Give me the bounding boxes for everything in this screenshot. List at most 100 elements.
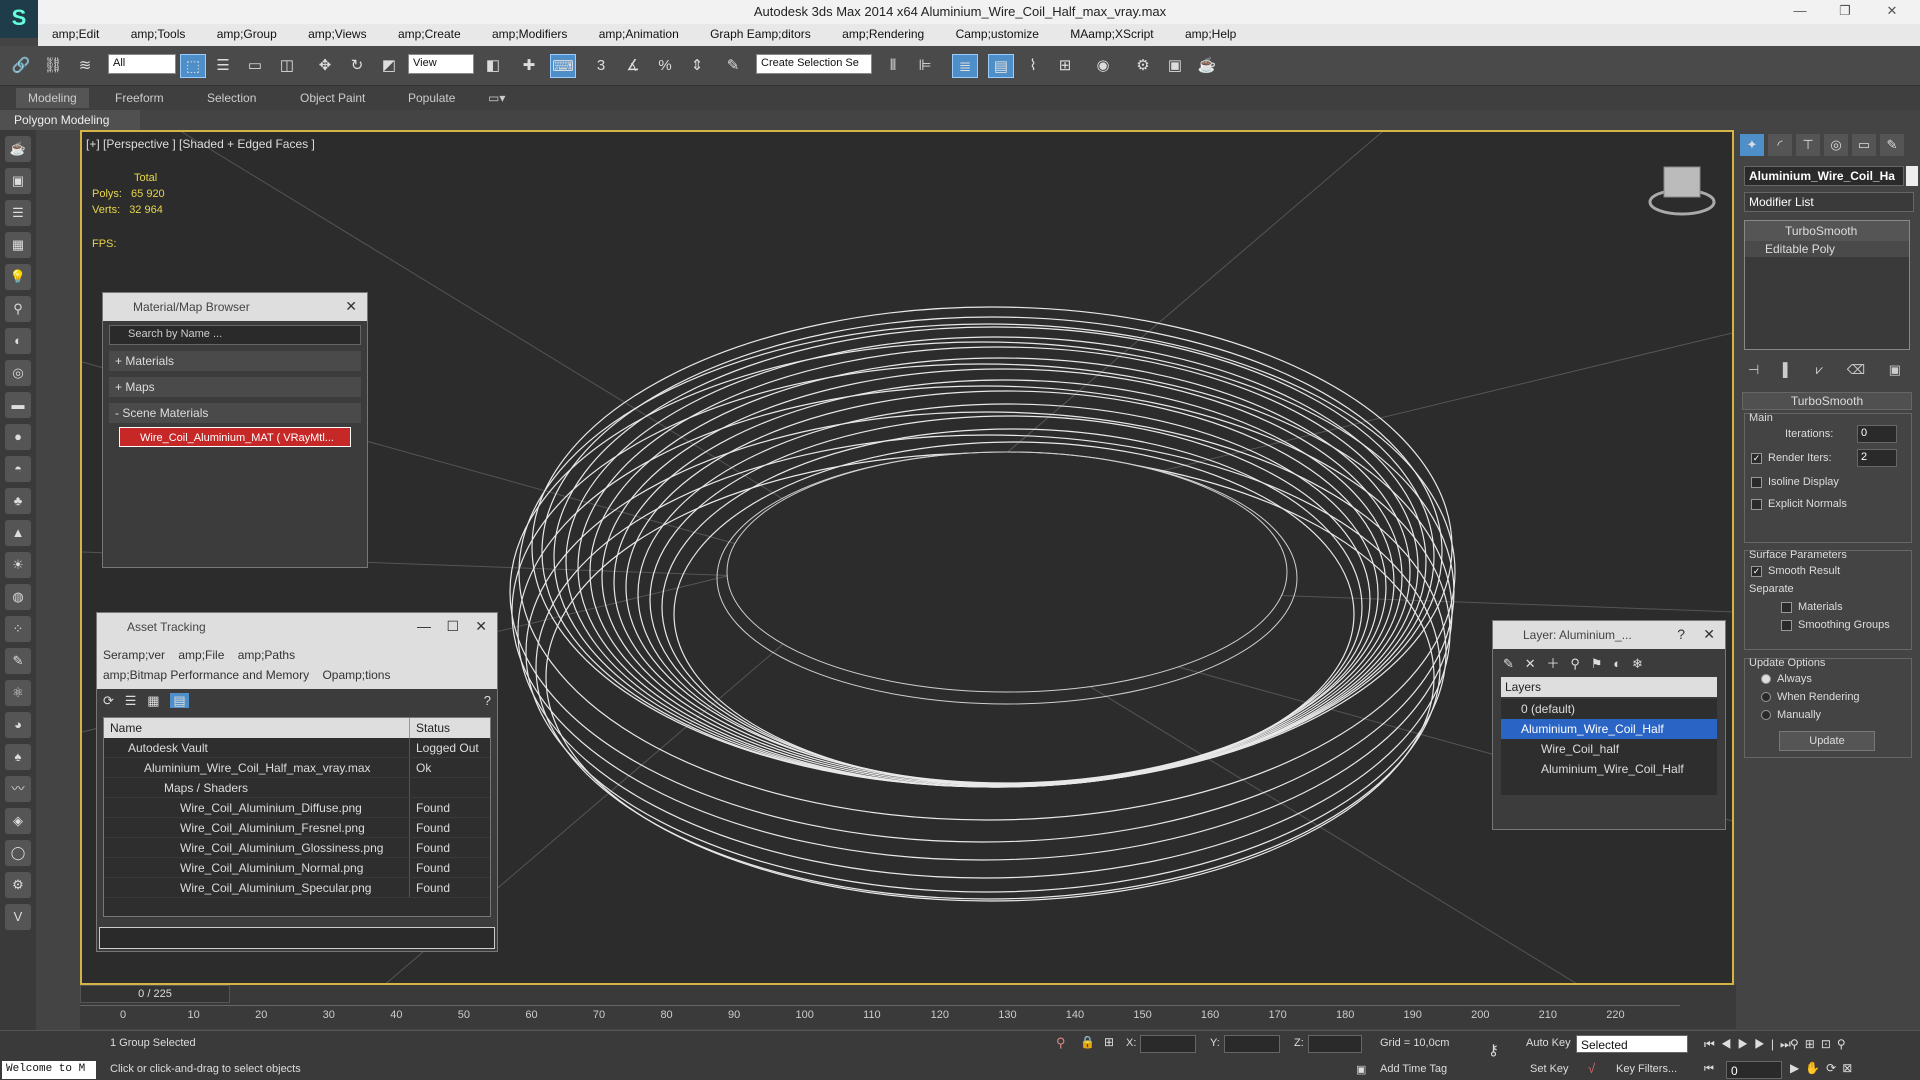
tab-selection[interactable]: Selection	[207, 91, 256, 105]
key-icon[interactable]: ⚷	[1488, 1041, 1499, 1059]
scale-icon[interactable]: ◩	[376, 54, 402, 78]
select-in-layer-icon[interactable]: ⚲	[1570, 656, 1580, 671]
paint-icon[interactable]: ✎	[5, 648, 31, 674]
link-icon[interactable]: 🔗	[8, 54, 34, 78]
polygon-modeling-label[interactable]: Polygon Modeling	[0, 110, 140, 130]
menu-rendering[interactable]: amp;Rendering	[828, 24, 938, 41]
layers-header[interactable]: Layers	[1501, 677, 1717, 697]
percent-snap-icon[interactable]: %	[652, 54, 678, 78]
named-selection-dropdown[interactable]: Create Selection Se	[756, 54, 872, 74]
light-icon[interactable]: 💡	[5, 264, 31, 290]
menu-graph-editors[interactable]: Graph Eamp;ditors	[696, 24, 825, 41]
gold-sphere-icon[interactable]: ◍	[5, 584, 31, 610]
current-frame-field[interactable]: 0	[1726, 1061, 1782, 1079]
key-mode-dropdown[interactable]: Selected	[1576, 1035, 1688, 1053]
selection-filter-dropdown[interactable]: All	[108, 54, 176, 74]
mirror-icon[interactable]: ⫴	[880, 54, 906, 78]
refresh-icon[interactable]: ⟳	[103, 693, 114, 708]
rect-region-icon[interactable]: ▭	[242, 54, 268, 78]
table-row[interactable]: Maps / Shaders	[104, 778, 490, 798]
viewport-nav-controls[interactable]: ⚲⊞⊡⚲	[1790, 1037, 1852, 1051]
curve-editor-icon[interactable]: ⌇	[1020, 54, 1046, 78]
stack-turbosmooth[interactable]: TurboSmooth	[1745, 221, 1909, 241]
delete-layer-icon[interactable]: ✕	[1525, 656, 1536, 671]
isoline-checkbox[interactable]	[1751, 476, 1762, 488]
add-time-tag-button[interactable]: Add Time Tag	[1380, 1063, 1447, 1075]
scene-material-item[interactable]: Wire_Coil_Aluminium_MAT ( VRayMtl...	[119, 427, 351, 447]
materials-group[interactable]: + Materials	[109, 351, 361, 371]
atom-icon[interactable]: ⚛	[5, 680, 31, 706]
align-icon[interactable]: ⊫	[912, 54, 938, 78]
maximize-button[interactable]: ❐	[1825, 3, 1865, 21]
transform-mode-icon[interactable]: ⊞	[1104, 1035, 1114, 1049]
set-key-button[interactable]: Set Key	[1530, 1063, 1569, 1075]
layer-manager-icon[interactable]: ≣	[952, 54, 978, 78]
menu-animation[interactable]: amp;Animation	[585, 24, 693, 41]
motion-tab-icon[interactable]: ◎	[1824, 134, 1848, 156]
spinner-snap-icon[interactable]: ⇕	[684, 54, 710, 78]
isolate-icon[interactable]: ⚲	[1056, 1035, 1066, 1051]
menu-server[interactable]: Seramp;ver	[103, 648, 165, 662]
menu-paths[interactable]: amp;Paths	[238, 648, 295, 662]
table-row[interactable]: Wire_Coil_Aluminium_Fresnel.png Found	[104, 818, 490, 838]
rendered-frame-icon[interactable]: ▣	[1162, 54, 1188, 78]
plant-icon[interactable]: ♠	[5, 744, 31, 770]
turbosmooth-rollout-title[interactable]: TurboSmooth	[1742, 392, 1912, 410]
move-icon[interactable]: ✥	[312, 54, 338, 78]
angle-snap-icon[interactable]: ∡	[620, 54, 646, 78]
stack-tools[interactable]: ⊣ ▌ ⩗ ⌫ ▣	[1748, 362, 1911, 378]
layer-aluminium-wire-coil-half[interactable]: Aluminium_Wire_Coil_Half	[1501, 719, 1717, 739]
thumbnail-icon[interactable]: ▦	[147, 693, 159, 708]
sun-icon[interactable]: ☀	[5, 552, 31, 578]
maps-group[interactable]: + Maps	[109, 377, 361, 397]
table-row[interactable]: Wire_Coil_Aluminium_Glossiness.png Found	[104, 838, 490, 858]
close-icon[interactable]: ✕	[1703, 626, 1715, 643]
highlight-layer-icon[interactable]: ⚑	[1591, 656, 1603, 671]
auto-key-button[interactable]: Auto Key	[1526, 1037, 1571, 1049]
cloth-icon[interactable]: ◈	[5, 808, 31, 834]
keyboard-shortcut-icon[interactable]: ⌨	[550, 54, 576, 78]
cone-icon[interactable]: ▲	[5, 520, 31, 546]
materials-checkbox[interactable]	[1781, 601, 1792, 613]
track-bar[interactable]: 0 10 20 30 40 50 60 70 80 90 100 110 120 130 140 150 160…	[80, 1005, 1680, 1025]
scene-materials-group[interactable]: - Scene Materials	[109, 403, 361, 423]
asset-tracking-header[interactable]: Asset Tracking — ☐ ✕	[97, 613, 497, 641]
smooth-result-checkbox[interactable]: ✓	[1751, 565, 1762, 577]
always-radio[interactable]	[1761, 674, 1771, 685]
audio-icon[interactable]: ◐	[5, 328, 31, 354]
manually-radio[interactable]	[1761, 710, 1771, 721]
curve-icon[interactable]: √	[1588, 1061, 1595, 1076]
z-coord-field[interactable]	[1308, 1035, 1362, 1053]
create-layer-icon[interactable]: ✎	[1503, 656, 1514, 671]
when-rendering-radio[interactable]	[1761, 692, 1771, 703]
camera-icon[interactable]: ▣	[5, 168, 31, 194]
tab-freeform[interactable]: Freeform	[115, 91, 164, 105]
hierarchy-tab-icon[interactable]: ⊤	[1796, 134, 1820, 156]
particles-icon[interactable]: ⁘	[5, 616, 31, 642]
menu-views[interactable]: amp;Views	[294, 24, 380, 41]
utilities-tab-icon[interactable]: ✎	[1880, 134, 1904, 156]
close-icon[interactable]: ✕	[345, 298, 357, 315]
add-to-layer-icon[interactable]: ＋	[1547, 656, 1560, 671]
stack-editable-poly[interactable]: Editable Poly	[1745, 241, 1909, 257]
ref-coord-dropdown[interactable]: View	[408, 54, 474, 74]
explicit-normals-checkbox[interactable]	[1751, 498, 1762, 510]
modify-tab-icon[interactable]: ◜	[1768, 134, 1792, 156]
playback-controls[interactable]: ⏮◀▶▶|⏭	[1704, 1037, 1797, 1052]
render-setup-icon[interactable]: ⚙	[1130, 54, 1156, 78]
time-slider[interactable]: 0 / 225	[80, 985, 230, 1003]
edit-named-sel-icon[interactable]: ✎	[720, 54, 746, 78]
maximize-icon[interactable]: ☐	[446, 618, 459, 635]
display-tab-icon[interactable]: ▭	[1852, 134, 1876, 156]
dome-icon[interactable]: ◓	[5, 456, 31, 482]
table-row[interactable]: Autodesk Vault Logged Out	[104, 738, 490, 758]
app-logo-icon[interactable]: S	[0, 0, 38, 38]
unlink-icon[interactable]: ⛓	[40, 54, 66, 78]
select-object-icon[interactable]: ⬚	[180, 54, 206, 78]
vray-icon[interactable]: V	[5, 904, 31, 930]
material-search-input[interactable]: Search by Name ...	[109, 325, 361, 345]
render-iters-checkbox[interactable]: ✓	[1751, 452, 1762, 464]
layer-default[interactable]: 0 (default)	[1501, 699, 1717, 719]
menu-file[interactable]: amp;File	[178, 648, 224, 662]
go-to-start-icon[interactable]: ⏮	[1704, 1063, 1714, 1076]
